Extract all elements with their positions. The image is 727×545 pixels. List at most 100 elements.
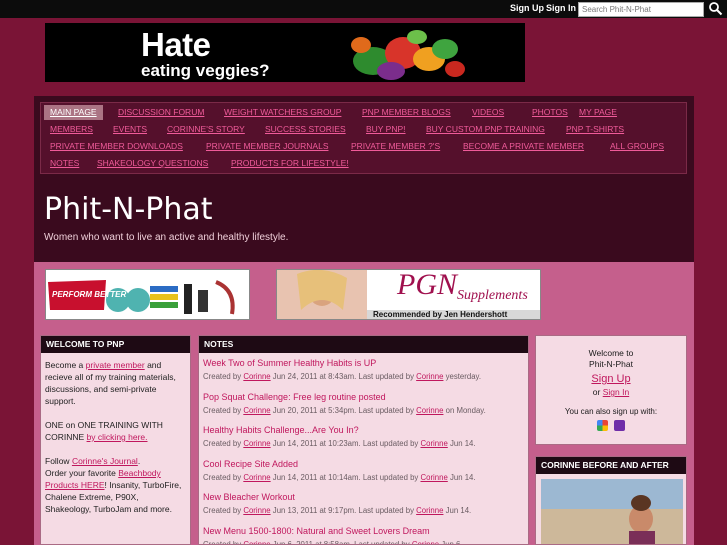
- or-text: or: [592, 387, 601, 397]
- nav-private-member-journals[interactable]: Private Member Journals: [200, 139, 334, 154]
- notes-heading: Notes: [199, 336, 528, 353]
- note-title[interactable]: New Menu 1500-1800: Natural and Sweet Lo…: [203, 524, 524, 538]
- before-after-heading: Corinne Before and After: [536, 457, 686, 474]
- note-updater-link[interactable]: Corinne: [416, 406, 443, 415]
- main-navigation: Main Page Discussion Forum Weight Watche…: [40, 102, 687, 174]
- signin-box: Welcome to Phit-N-Phat Sign Up or Sign In…: [535, 335, 687, 445]
- welcome-text-3: Follow: [45, 456, 72, 466]
- signin-site-name: Phit-N-Phat: [589, 359, 633, 369]
- note-meta: Created by Corinne Jun 14, 2011 at 10:14…: [203, 471, 524, 485]
- nav-members[interactable]: Members: [44, 122, 99, 137]
- welcome-heading: Welcome to PNP: [41, 336, 190, 353]
- note-updated: Jun 6.: [441, 539, 463, 545]
- nav-pnp-tshirts[interactable]: PNP T-Shirts: [560, 122, 630, 137]
- note-author-link[interactable]: Corinne: [243, 439, 270, 448]
- nav-weight-watchers-group[interactable]: Weight Watchers Group: [218, 105, 347, 120]
- vegetables-image: [351, 30, 465, 80]
- note-date: Jun 13, 2011 at 9:17pm. Last updated by: [272, 506, 414, 516]
- pgn-logo-text: PGN: [397, 269, 457, 301]
- welcome-text-3b: .: [137, 456, 141, 466]
- note-meta: Created by Corinne Jun 24, 2011 at 8:43a…: [203, 370, 524, 384]
- note-updater-link[interactable]: Corinne: [416, 506, 443, 515]
- signin-welcome: Welcome to: [588, 348, 634, 358]
- note-updated: yesterday.: [445, 372, 482, 381]
- note-author-link[interactable]: Corinne: [243, 540, 270, 544]
- nav-products-for-lifestyle[interactable]: Products for Lifestyle!: [225, 156, 355, 171]
- veggies-banner-ad[interactable]: Hate eating veggies?: [45, 23, 525, 82]
- welcome-text-4: Order your favorite: [45, 468, 119, 478]
- note-created-label: Created by: [203, 372, 242, 381]
- corinnes-journal-link[interactable]: Corinne's Journal: [72, 456, 138, 466]
- perform-better-text: PERFORM BETTER: [52, 290, 127, 299]
- also-sign-up-text: You can also sign up with:: [564, 407, 658, 416]
- note-title[interactable]: Week Two of Summer Healthy Habits is UP: [203, 356, 524, 370]
- nav-success-stories[interactable]: Success Stories: [259, 122, 352, 137]
- note-author-link[interactable]: Corinne: [243, 406, 270, 415]
- note-updater-link[interactable]: Corinne: [420, 439, 447, 448]
- private-member-link[interactable]: private member: [86, 360, 145, 370]
- nav-buy-custom-pnp-training[interactable]: Buy Custom PNP Training: [420, 122, 551, 137]
- nav-buy-pnp[interactable]: Buy PNP!: [360, 122, 412, 137]
- note-updater-link[interactable]: Corinne: [420, 473, 447, 482]
- note-item: Week Two of Summer Healthy Habits is UP C…: [199, 353, 528, 387]
- site-title[interactable]: Phit-N-Phat: [44, 192, 213, 227]
- pgn-recommended-text: Recommended by Jen Hendershott: [373, 310, 508, 319]
- notes-list: Week Two of Summer Healthy Habits is UP C…: [199, 353, 528, 545]
- note-title[interactable]: Cool Recipe Site Added: [203, 457, 524, 471]
- notes-box: Notes Week Two of Summer Healthy Habits …: [198, 335, 529, 545]
- note-updated: on Monday.: [445, 405, 486, 415]
- note-item: Pop Squat Challenge: Free leg routine po…: [199, 387, 528, 421]
- nav-shakeology-questions[interactable]: Shakeology Questions: [91, 156, 214, 171]
- note-updated: Jun 14.: [449, 472, 476, 482]
- note-meta: Created by Corinne Jun 6, 2011 at 8:58am…: [203, 538, 524, 545]
- note-author-link[interactable]: Corinne: [243, 473, 270, 482]
- top-sign-up-link[interactable]: Sign Up: [510, 3, 544, 13]
- top-sign-in-link[interactable]: Sign In: [546, 3, 576, 13]
- training-link[interactable]: by clicking here.: [87, 432, 148, 442]
- google-icon[interactable]: [596, 420, 608, 432]
- note-title[interactable]: New Bleacher Workout: [203, 490, 524, 504]
- note-author-link[interactable]: Corinne: [243, 506, 270, 515]
- search-icon[interactable]: [708, 1, 723, 16]
- note-updater-link[interactable]: Corinne: [412, 540, 439, 544]
- nav-all-groups[interactable]: All Groups: [604, 139, 670, 154]
- note-created-label: Created by: [203, 506, 242, 516]
- search-input[interactable]: Search Phit-N-Phat: [578, 2, 704, 17]
- note-meta: Created by Corinne Jun 20, 2011 at 5:34p…: [203, 404, 524, 418]
- top-bar: Sign Up Sign In Search Phit-N-Phat: [0, 0, 727, 18]
- note-title[interactable]: Healthy Habits Challenge...Are You In?: [203, 423, 524, 437]
- nav-private-member-downloads[interactable]: Private Member Downloads: [44, 139, 189, 154]
- welcome-text-1: Become a: [45, 360, 86, 370]
- banner-headline: Hate: [141, 26, 211, 63]
- note-author-link[interactable]: Corinne: [243, 372, 270, 381]
- yahoo-icon[interactable]: [614, 420, 626, 432]
- nav-notes[interactable]: Notes: [44, 156, 85, 171]
- note-meta: Created by Corinne Jun 13, 2011 at 9:17p…: [203, 504, 524, 518]
- nav-videos[interactable]: Videos: [466, 105, 510, 120]
- note-date: Jun 24, 2011 at 8:43am. Last updated by: [272, 372, 414, 381]
- note-updated: Jun 14.: [445, 506, 472, 516]
- nav-photos[interactable]: Photos: [526, 105, 574, 120]
- perform-better-ad[interactable]: PERFORM BETTER: [45, 269, 250, 320]
- nav-become-private-member[interactable]: Become a Private Member: [457, 139, 590, 154]
- nav-main-page[interactable]: Main Page: [44, 105, 103, 120]
- nav-private-member-questions[interactable]: Private Member ?'s: [345, 139, 446, 154]
- nav-events[interactable]: Events: [107, 122, 153, 137]
- sign-in-link[interactable]: Sign In: [603, 387, 629, 397]
- nav-discussion-forum[interactable]: Discussion Forum: [112, 105, 210, 120]
- note-created-label: Created by: [203, 539, 242, 545]
- note-date: Jun 20, 2011 at 5:34pm. Last updated by: [272, 405, 414, 415]
- before-after-photo[interactable]: [541, 479, 683, 544]
- pgn-supplements-ad[interactable]: PGN Supplements Recommended by Jen Hende…: [276, 269, 541, 320]
- banner-subline: eating veggies?: [141, 61, 270, 80]
- note-created-label: Created by: [203, 472, 242, 482]
- welcome-box: Welcome to PNP Become a private member a…: [40, 335, 191, 545]
- note-updater-link[interactable]: Corinne: [416, 372, 443, 381]
- nav-corinnes-story[interactable]: Corinne's Story: [161, 122, 251, 137]
- nav-pnp-member-blogs[interactable]: PNP Member Blogs: [356, 105, 457, 120]
- sign-up-link[interactable]: Sign Up: [536, 373, 686, 385]
- note-date: Jun 6, 2011 at 8:58am. Last updated by: [272, 539, 410, 545]
- note-date: Jun 14, 2011 at 10:14am. Last updated by: [272, 472, 419, 482]
- nav-my-page[interactable]: My Page: [573, 105, 623, 120]
- note-title[interactable]: Pop Squat Challenge: Free leg routine po…: [203, 390, 524, 404]
